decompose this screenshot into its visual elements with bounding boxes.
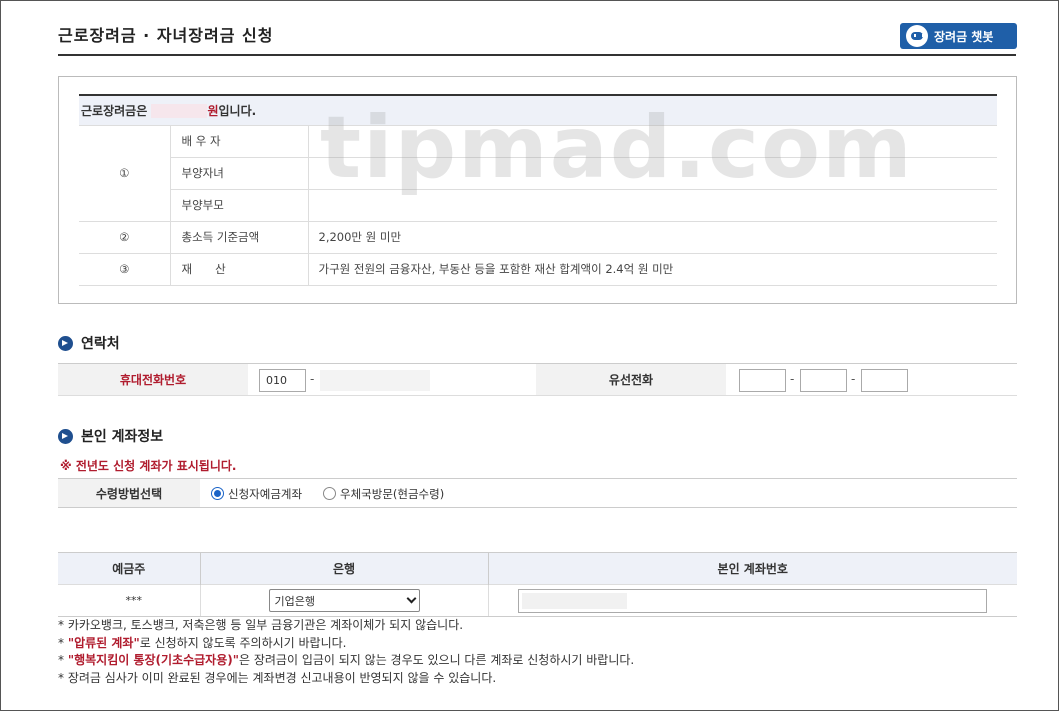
landline-middle-input[interactable] <box>800 369 847 392</box>
account-section-title: 본인 계좌정보 <box>58 426 163 446</box>
amount-won: 원 <box>207 103 219 118</box>
mobile-number-input[interactable] <box>320 370 430 391</box>
arrow-circle-icon <box>58 335 73 351</box>
dash: - <box>310 372 315 386</box>
method-label-text: 수령방법선택 <box>95 486 163 501</box>
mobile-label-text: 휴대전화번호 <box>119 373 187 387</box>
chatbot-label: 장려금 챗봇 <box>934 29 994 44</box>
holder-header: 예금주 <box>58 552 201 585</box>
table-row: ① 배 우 자 <box>79 125 997 222</box>
account-number-header: 본인 계좌번호 <box>488 552 1017 585</box>
row-label: 부양부모 <box>170 189 309 222</box>
landline-last-input[interactable] <box>861 369 908 392</box>
row-value: 가구원 전원의 금융자산, 부동산 등을 포함한 재산 합계액이 2.4억 원 … <box>308 253 997 286</box>
holder-masked: *** <box>125 594 143 607</box>
post-office-radio[interactable] <box>323 487 336 500</box>
row-value <box>308 189 997 222</box>
bank-header: 은행 <box>200 552 489 585</box>
note-star: * <box>58 635 68 650</box>
receive-method-row: 수령방법선택 신청자예금계좌 우체국방문(현금수령) <box>58 478 1017 508</box>
deposit-account-label[interactable]: 신청자예금계좌 <box>228 486 302 502</box>
amount-row: 근로장려금은 원입니다. <box>79 94 997 126</box>
post-office-label[interactable]: 우체국방문(현금수령) <box>340 486 444 502</box>
account-title-text: 본인 계좌정보 <box>81 429 164 445</box>
holder-cell: *** <box>58 584 201 617</box>
amount-cell: 근로장려금은 원입니다. <box>79 94 997 126</box>
account-number-cell <box>488 584 1017 617</box>
contact-section-title: 연락처 <box>58 333 120 353</box>
row-label: 총소득 기준금액 <box>170 221 309 254</box>
table-row: 부양부모 <box>79 189 997 222</box>
note-item: * 장려금 심사가 이미 완료된 경우에는 계좌변경 신고내용이 반영되지 않을… <box>58 670 497 685</box>
dash: - <box>790 372 795 386</box>
note-item: * 카카오뱅크, 토스뱅크, 저축은행 등 일부 금융기관은 계좌이체가 되지 … <box>58 618 464 632</box>
mobile-prefix-value: 010 <box>266 374 287 387</box>
eligibility-box: 근로장려금은 원입니다. ① 배 우 자 부양자녀 부양부모 ② 총소득 기준금… <box>58 76 1017 304</box>
title-divider <box>58 54 1016 56</box>
note-highlight: "행복지킴이 통장(기초수급자용)" <box>67 653 239 667</box>
amount-masked <box>151 104 208 119</box>
table-row: 부양자녀 <box>79 157 997 190</box>
amount-suffix: 입니다. <box>218 103 257 118</box>
contact-title-text: 연락처 <box>81 336 120 352</box>
deposit-account-radio[interactable] <box>211 487 224 500</box>
mobile-prefix-input[interactable]: 010 <box>259 369 306 392</box>
row-number: ② <box>79 221 171 254</box>
account-number-masked <box>521 592 627 609</box>
row-value: 2,200만 원 미만 <box>308 221 997 254</box>
dash: - <box>851 372 856 386</box>
bank-select[interactable]: 기업은행 <box>268 589 420 612</box>
chatbot-icon <box>906 25 928 47</box>
landline-area-input[interactable] <box>739 369 786 392</box>
account-header-row: 예금주 은행 본인 계좌번호 <box>58 552 1017 585</box>
eligibility-table: 근로장려금은 원입니다. ① 배 우 자 부양자녀 부양부모 ② 총소득 기준금… <box>79 94 997 286</box>
row-label: 재 산 <box>170 253 309 286</box>
account-number-input[interactable] <box>517 588 987 613</box>
note-text: 로 신청하지 않도록 주의하시기 바랍니다. <box>139 635 347 650</box>
amount-prefix: 근로장려금은 <box>81 103 148 118</box>
contact-row: 휴대전화번호 010 - 유선전화 - - <box>58 363 1017 396</box>
account-input-row: *** 기업은행 <box>58 584 1017 617</box>
row-number: ① <box>79 125 171 222</box>
row-value <box>308 125 997 158</box>
landline-label-text: 유선전화 <box>608 373 654 387</box>
row-value <box>308 157 997 190</box>
notes-list: * 카카오뱅크, 토스뱅크, 저축은행 등 일부 금융기관은 계좌이체가 되지 … <box>58 617 634 687</box>
row-label: 배 우 자 <box>170 125 309 158</box>
note-star: * <box>58 653 68 667</box>
prior-account-notice: ※ 전년도 신청 계좌가 표시됩니다. <box>60 459 237 473</box>
bank-cell: 기업은행 <box>200 584 489 617</box>
note-item: * "압류된 계좌"로 신청하지 않도록 주의하시기 바랍니다. <box>58 635 634 653</box>
table-row: ③ 재 산 가구원 전원의 금융자산, 부동산 등을 포함한 재산 합계액이 2… <box>79 253 997 286</box>
table-row: ② 총소득 기준금액 2,200만 원 미만 <box>79 221 997 254</box>
row-number: ③ <box>79 253 171 286</box>
account-table: 예금주 은행 본인 계좌번호 *** 기업은행 <box>58 552 1017 617</box>
landline-label: 유선전화 <box>536 364 726 395</box>
bank-selected-value: 기업은행 <box>274 594 315 608</box>
page-title: 근로장려금 · 자녀장려금 신청 <box>58 26 274 45</box>
arrow-circle-icon <box>58 428 73 444</box>
note-highlight: "압류된 계좌" <box>67 635 140 650</box>
note-item: * "행복지킴이 통장(기초수급자용)"은 장려금이 입금이 되지 않는 경우도… <box>58 652 634 670</box>
mobile-label: 휴대전화번호 <box>58 364 248 395</box>
chatbot-button[interactable]: 장려금 챗봇 <box>900 23 1017 49</box>
method-label: 수령방법선택 <box>58 479 200 507</box>
chevron-down-icon <box>406 593 416 604</box>
row-label: 부양자녀 <box>170 157 309 190</box>
note-text: 은 장려금이 입금이 되지 않는 경우도 있으니 다른 계좌로 신청하시기 바랍… <box>239 653 635 667</box>
